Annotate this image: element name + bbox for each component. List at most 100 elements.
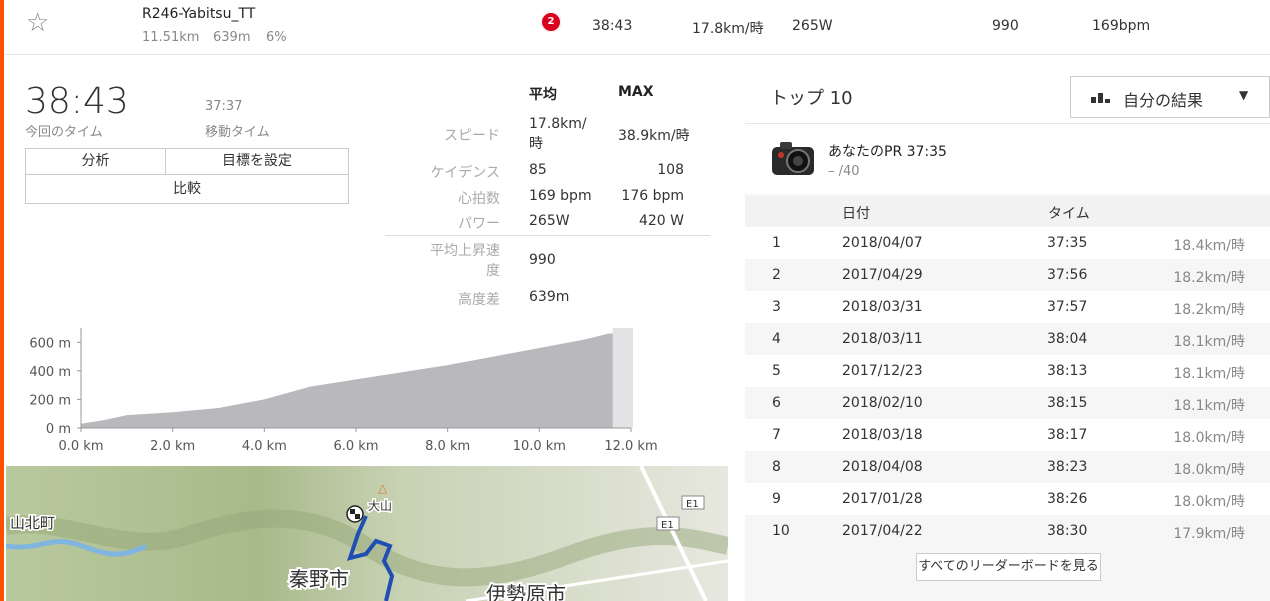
leaderboard-speed: 18.0km/時 [1173,462,1245,478]
leaderboard-date: 2018/04/08 [842,459,923,475]
col-time: タイム [1048,206,1090,222]
leaderboard-speed: 18.4km/時 [1173,238,1245,254]
segment-distance: 11.51km [142,30,200,45]
rank-badge: 2 [541,12,561,32]
elevation-area [81,330,631,428]
stats-label-vam: 平均上昇速度 [430,243,500,279]
leaderboard-rank: 5 [772,363,781,379]
filter-label: 自分の結果 [1123,91,1204,110]
map-label-isehara: 伊勢原市 [486,582,566,601]
set-goal-button[interactable]: 目標を設定 [165,148,349,175]
leaderboard-rank: 1 [772,235,781,251]
leaderboard-row[interactable]: 8 2018/04/08 38:23 18.0km/時 [745,451,1270,483]
stats-max-speed: 38.9km/時 [618,128,690,144]
leaderboard-date: 2018/03/11 [842,331,923,347]
x-tick-label: 8.0 km [425,439,470,454]
stats-max-power: 420 W [638,213,684,229]
leaderboard-row[interactable]: 4 2018/03/11 38:04 18.1km/時 [745,323,1270,355]
pr-text: あなたのPR 37:35 [828,144,947,160]
mountain-marker-icon: △ [378,481,388,495]
star-icon[interactable]: ☆ [26,9,54,37]
stats-avg-elevation-gain: 639m [529,289,570,305]
leaderboard-row[interactable]: 9 2017/01/28 38:26 18.0km/時 [745,483,1270,515]
pr-rank: – /40 [828,164,860,179]
stats-head-avg: 平均 [529,87,557,103]
leaderboard-date: 2017/12/23 [842,363,923,379]
leaderboard-time: 37:35 [1047,235,1088,251]
leaderboard-rank: 3 [772,299,781,315]
leaderboard-date: 2017/04/29 [842,267,923,283]
y-tick-label: 200 m [29,393,71,408]
segment-time: 38:43 [592,18,633,34]
segment-name[interactable]: R246-Yabitsu_TT [142,6,255,22]
leaderboard-speed: 18.2km/時 [1173,302,1245,318]
left-accent-bar [0,0,4,601]
x-tick-label: 2.0 km [150,439,195,454]
chevron-down-icon: ▼ [1239,88,1249,102]
x-tick-label: 10.0 km [513,439,566,454]
leaderboard-rank: 7 [772,427,781,443]
map-label-e1-a: E1 [686,499,699,510]
leaderboard-rank: 4 [772,331,781,347]
y-tick-label: 400 m [29,365,71,380]
view-all-leaderboards-button[interactable]: すべてのリーダーボードを見る [916,553,1101,581]
leaderboard-speed: 17.9km/時 [1173,526,1245,542]
elapsed-time: 38:43 [25,81,129,122]
stats-max-heart-rate: 176 bpm [621,188,684,204]
map-label-hadano: 秦野市 [289,567,349,591]
leaderboard-row[interactable]: 1 2018/04/07 37:35 18.4km/時 [745,227,1270,259]
segment-speed: 17.8km/時 [692,21,764,37]
analysis-button[interactable]: 分析 [25,148,166,175]
segment-vam: 990 [992,18,1019,34]
stats-avg-speed: 17.8km/時 [529,116,587,152]
stats-avg-power: 265W [529,213,570,229]
x-tick-label: 6.0 km [334,439,379,454]
leaderboard-row[interactable]: 6 2018/02/10 38:15 18.1km/時 [745,387,1270,419]
route-map[interactable]: △ 山北町 大山 秦野市 伊勢原市 E1 E1 [6,466,728,601]
leaderboard-title: トップ 10 [770,88,853,109]
leaderboard-row[interactable]: 10 2017/04/22 38:30 17.9km/時 [745,515,1270,547]
leaderboard-time: 38:15 [1047,395,1088,411]
leaderboard-rank: 10 [772,523,790,539]
stats-divider [385,235,710,236]
segment-elevation: 639m [213,30,251,45]
leaderboard-date: 2018/04/07 [842,235,923,251]
leaderboard-date: 2018/03/18 [842,427,923,443]
leaderboard-time: 37:57 [1047,299,1088,315]
moving-label: 移動タイム [205,125,270,140]
elapsed-label: 今回のタイム [25,125,103,140]
x-tick-label: 0.0 km [59,439,104,454]
pr-card: あなたのPR 37:35 – /40 [745,123,1270,194]
stats-avg-cadence: 85 [529,162,547,178]
leaderboard-date: 2018/03/31 [842,299,923,315]
stats-label-speed: スピード [444,128,500,144]
map-label-oyama: 大山 [368,499,392,513]
segment-heart-rate: 169bpm [1092,18,1151,34]
stats-avg-vam: 990 [529,252,556,268]
leaderboard-rank: 8 [772,459,781,475]
leaderboard-speed: 18.2km/時 [1173,270,1245,286]
leaderboard-row[interactable]: 3 2018/03/31 37:57 18.2km/時 [745,291,1270,323]
leaderboard-row[interactable]: 2 2017/04/29 37:56 18.2km/時 [745,259,1270,291]
compare-button[interactable]: 比較 [25,174,349,204]
stats-head-max: MAX [618,84,654,100]
map-label-yamakita: 山北町 [10,514,55,532]
results-filter-dropdown[interactable]: 自分の結果 ▼ [1070,76,1270,118]
leaderboard-time: 38:13 [1047,363,1088,379]
leaderboard-date: 2018/02/10 [842,395,923,411]
stats-max-cadence: 108 [657,162,684,178]
leaderboard-time: 37:56 [1047,267,1088,283]
leaderboard-row[interactable]: 5 2017/12/23 38:13 18.1km/時 [745,355,1270,387]
leaderboard-row[interactable]: 7 2018/03/18 38:17 18.0km/時 [745,419,1270,451]
stats-label-elevation-gain: 高度差 [458,292,500,308]
map-label-e1-b: E1 [661,520,674,531]
elevation-chart[interactable]: 0 m 200 m 400 m 600 m 0.0 km 2.0 km 4.0 km 6.0 … [24,318,664,458]
x-tick-label: 12.0 km [604,439,657,454]
segment-grade: 6% [266,30,287,45]
y-tick-label: 600 m [29,336,71,351]
stats-label-heart-rate: 心拍数 [458,191,500,207]
leaderboard-speed: 18.0km/時 [1173,430,1245,446]
leaderboard-speed: 18.1km/時 [1173,366,1245,382]
leaderboard-rank: 2 [772,267,781,283]
leaderboard-table-header: 日付 タイム [745,196,1270,226]
